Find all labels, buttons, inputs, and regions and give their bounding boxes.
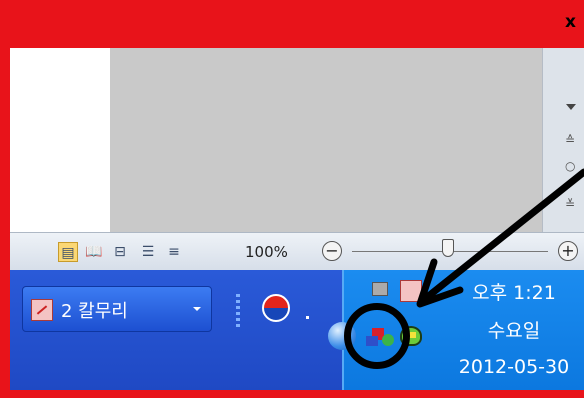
zoom-slider-thumb[interactable] <box>442 239 454 257</box>
taskbar-app-label: 2 칼무리 <box>61 301 128 322</box>
ime-mode-indicator <box>306 316 309 319</box>
zoom-level[interactable]: 100% <box>245 243 288 261</box>
korean-ime-icon[interactable] <box>262 294 290 322</box>
zoom-in-button[interactable]: + <box>558 241 578 261</box>
full-screen-reading-view-button[interactable]: 📖 <box>84 242 104 262</box>
annotation-circle <box>344 303 410 369</box>
select-browse-object-icon[interactable]: ○ <box>565 160 575 172</box>
zoom-out-button[interactable]: − <box>322 241 342 261</box>
pdf-app-icon <box>31 299 53 321</box>
clock-day: 수요일 <box>487 320 541 342</box>
close-icon[interactable]: x <box>565 14 576 31</box>
taskbar: 2 칼무리 오후 1:21 수요일 2012-05-30 <box>10 270 584 390</box>
vertical-scrollbar[interactable]: ≙ ○ ≚ <box>542 48 584 232</box>
toolbar-grip[interactable] <box>236 294 240 328</box>
chevron-down-icon <box>193 307 201 311</box>
window-client: ≙ ○ ≚ ▤ 📖 ⊟ ☰ ≡ 100% − + 2 칼무리 오후 1:21 수… <box>10 48 584 390</box>
arrow-down-icon[interactable] <box>566 104 576 110</box>
document-page[interactable] <box>10 48 111 228</box>
document-background <box>110 48 542 232</box>
status-bar: ▤ 📖 ⊟ ☰ ≡ 100% − + <box>10 232 584 271</box>
clock-date: 2012-05-30 <box>458 356 570 378</box>
chevron-double-up-icon[interactable]: ≙ <box>565 134 575 146</box>
window-frame: x ≙ ○ ≚ ▤ 📖 ⊟ ☰ ≡ 100% − + 2 칼무리 오후 1:21… <box>0 0 584 398</box>
pdf-tray-icon[interactable] <box>400 280 422 302</box>
monitor-icon[interactable] <box>372 282 388 296</box>
taskbar-app-button[interactable]: 2 칼무리 <box>22 286 212 332</box>
chevron-double-down-icon[interactable]: ≚ <box>565 198 575 210</box>
clock-time: 오후 1:21 <box>472 282 556 304</box>
print-layout-view-button[interactable]: ▤ <box>58 242 78 262</box>
web-layout-view-button[interactable]: ⊟ <box>110 242 130 262</box>
outline-view-button[interactable]: ☰ <box>138 242 158 262</box>
draft-view-button[interactable]: ≡ <box>164 242 184 262</box>
